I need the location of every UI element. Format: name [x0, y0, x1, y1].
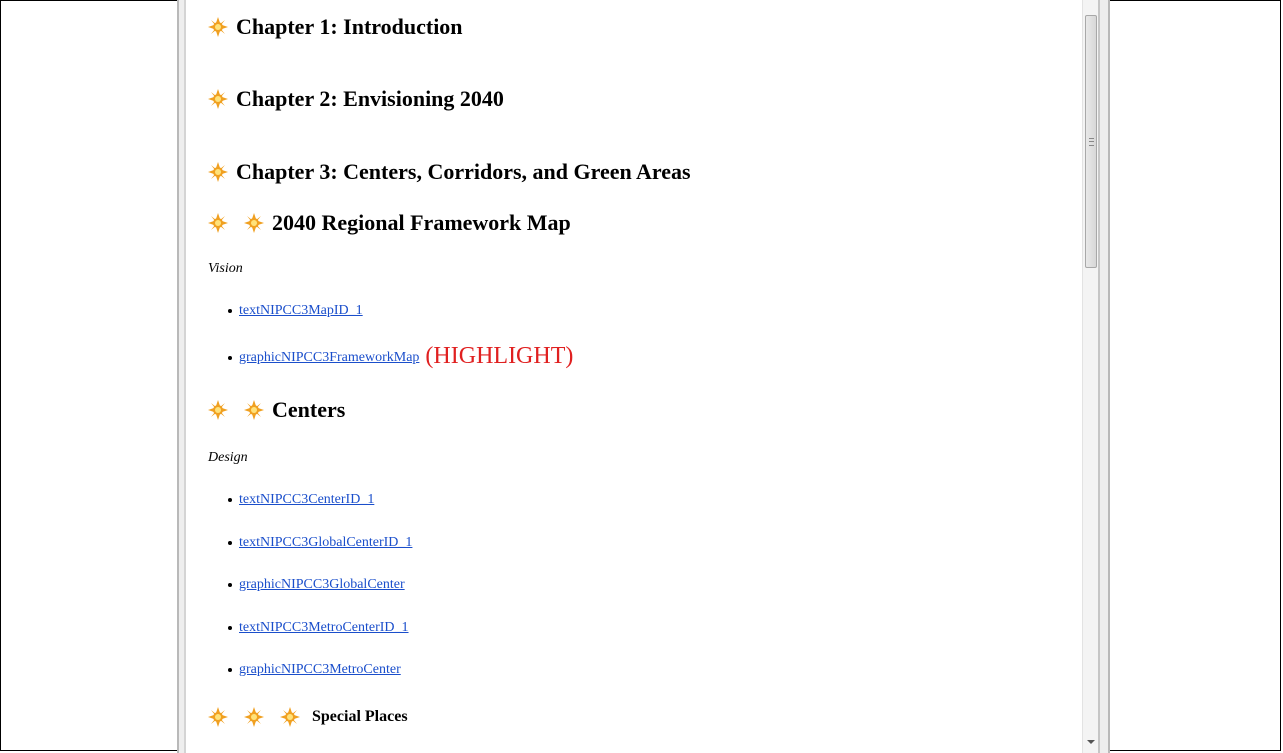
list-item: graphicNIPCC3GlobalCenter [228, 577, 405, 593]
doc-link[interactable]: textNIPCC3CenterID_1 [239, 492, 374, 507]
bullet-icon [228, 540, 232, 545]
document-page: Chapter 1: Introduction Chapter 2: Envis… [208, 0, 1078, 753]
chapter-title: Chapter 3: Centers, Corridors, and Green… [236, 159, 691, 184]
doc-link[interactable]: textNIPCC3MapID_1 [239, 303, 363, 318]
sun-icon [244, 213, 264, 233]
section-heading-framework[interactable]: 2040 Regional Framework Map [208, 210, 571, 236]
list-item: textNIPCC3CenterID_1 [228, 492, 374, 508]
list-item: graphicNIPCC3MetroCenter [228, 662, 401, 678]
sun-icon [208, 17, 228, 37]
chapter-heading-2[interactable]: Chapter 2: Envisioning 2040 [208, 86, 504, 112]
section-label-design: Design [208, 450, 248, 465]
grip-icon [1089, 138, 1094, 146]
list-item: textNIPCC3MetroCenterID_1 [228, 620, 409, 636]
section-heading-centers[interactable]: Centers [208, 397, 345, 423]
chapter-title: Chapter 2: Envisioning 2040 [236, 86, 504, 111]
list-item: textNIPCC3MapID_1 [228, 303, 363, 319]
bullet-icon [228, 497, 232, 502]
bullet-icon [228, 582, 232, 587]
section-title: Centers [272, 397, 346, 422]
doc-link[interactable]: graphicNIPCC3GlobalCenter [239, 577, 405, 592]
chapter-heading-1[interactable]: Chapter 1: Introduction [208, 14, 463, 40]
sun-icon [208, 213, 228, 233]
section-title: Special Places [312, 708, 408, 725]
doc-link[interactable]: graphicNIPCC3FrameworkMap [239, 350, 419, 365]
sun-icon [208, 400, 228, 420]
bullet-icon [228, 355, 232, 360]
sun-icon [208, 89, 228, 109]
section-label-vision: Vision [208, 261, 243, 276]
scroll-down-arrow-icon[interactable] [1087, 740, 1095, 744]
chapter-title: Chapter 1: Introduction [236, 14, 463, 39]
section-heading-special-places[interactable]: Special Places [208, 707, 408, 727]
sun-icon [208, 162, 228, 182]
list-item: graphicNIPCC3FrameworkMap (HIGHLIGHT) [228, 343, 573, 370]
chapter-heading-3[interactable]: Chapter 3: Centers, Corridors, and Green… [208, 159, 691, 185]
sun-icon [208, 707, 228, 727]
sun-icon [244, 400, 264, 420]
sun-icon [280, 707, 300, 727]
bullet-icon [228, 625, 232, 630]
frame-border-left [177, 0, 186, 753]
bullet-icon [228, 308, 232, 313]
list-item: textNIPCC3GlobalCenterID_1 [228, 535, 412, 551]
doc-link[interactable]: textNIPCC3GlobalCenterID_1 [239, 535, 412, 550]
vertical-scrollbar[interactable] [1082, 0, 1099, 753]
section-title: 2040 Regional Framework Map [272, 210, 571, 235]
sun-icon [244, 707, 264, 727]
bullet-icon [228, 667, 232, 672]
highlight-marker: (HIGHLIGHT) [425, 343, 574, 369]
doc-link[interactable]: textNIPCC3MetroCenterID_1 [239, 620, 409, 635]
doc-link[interactable]: graphicNIPCC3MetroCenter [239, 662, 401, 677]
frame-border-right [1098, 0, 1110, 753]
scroll-thumb[interactable] [1085, 15, 1097, 268]
